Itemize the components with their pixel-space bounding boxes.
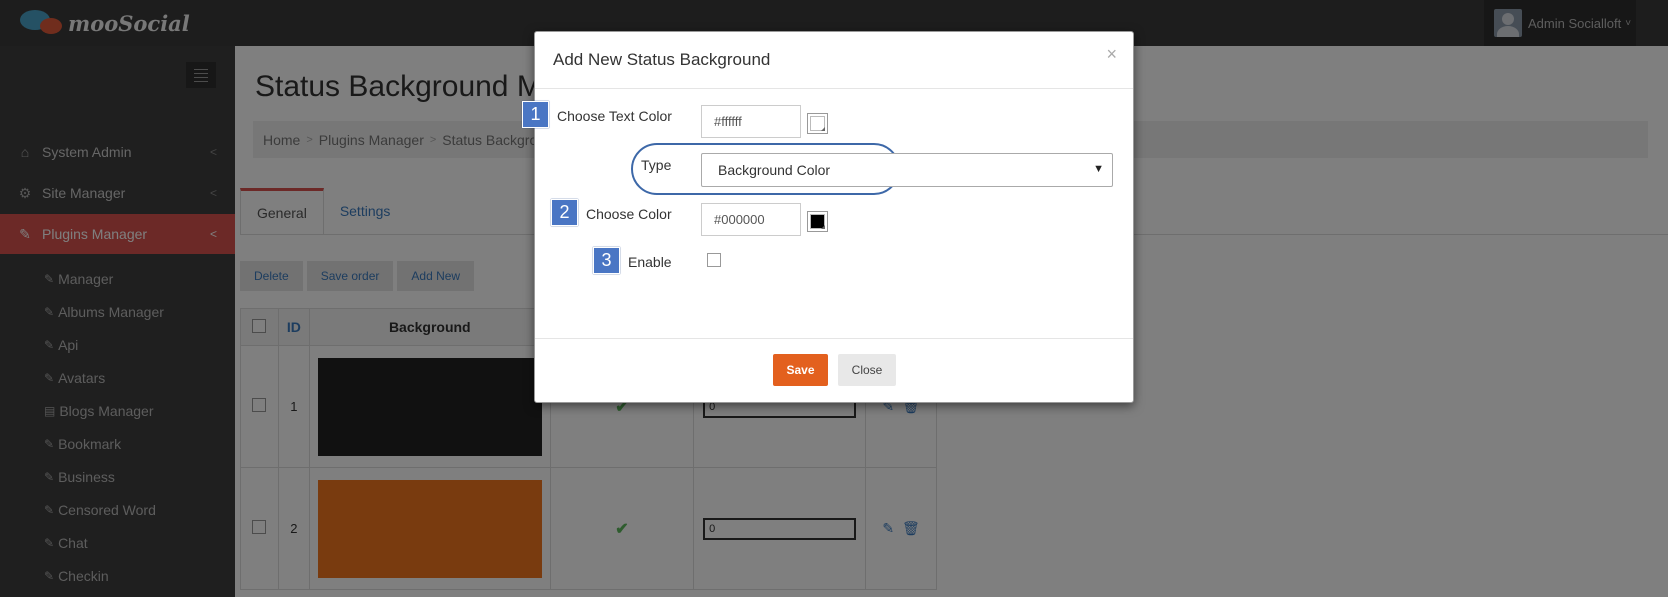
text-color-input[interactable]: #ffffff xyxy=(701,105,801,138)
close-icon[interactable]: × xyxy=(1106,44,1117,65)
color-swatch xyxy=(810,214,825,229)
text-color-label: Choose Text Color xyxy=(557,108,672,124)
type-select[interactable]: Background Color ▼ xyxy=(701,153,1113,187)
modal-title: Add New Status Background xyxy=(553,50,771,69)
color-input[interactable]: #000000 xyxy=(701,203,801,236)
enable-checkbox[interactable] xyxy=(707,253,721,267)
enable-label: Enable xyxy=(628,254,672,270)
save-button[interactable]: Save xyxy=(773,354,828,386)
step-badge-3: 3 xyxy=(593,247,620,274)
add-status-background-modal: Add New Status Background × 1 Choose Tex… xyxy=(522,31,1134,403)
chevron-down-icon: ▼ xyxy=(1093,163,1104,175)
type-select-value: Background Color xyxy=(718,162,831,178)
modal-header: Add New Status Background × xyxy=(535,32,1133,89)
text-color-picker-button[interactable] xyxy=(807,113,828,134)
type-label: Type xyxy=(641,157,672,173)
step-badge-2: 2 xyxy=(551,199,578,226)
color-picker-button[interactable] xyxy=(807,211,828,232)
step-badge-1: 1 xyxy=(522,101,549,128)
color-label: Choose Color xyxy=(586,206,672,222)
close-button[interactable]: Close xyxy=(838,354,896,386)
color-swatch xyxy=(810,116,825,131)
modal-footer: Save Close xyxy=(535,338,1133,402)
